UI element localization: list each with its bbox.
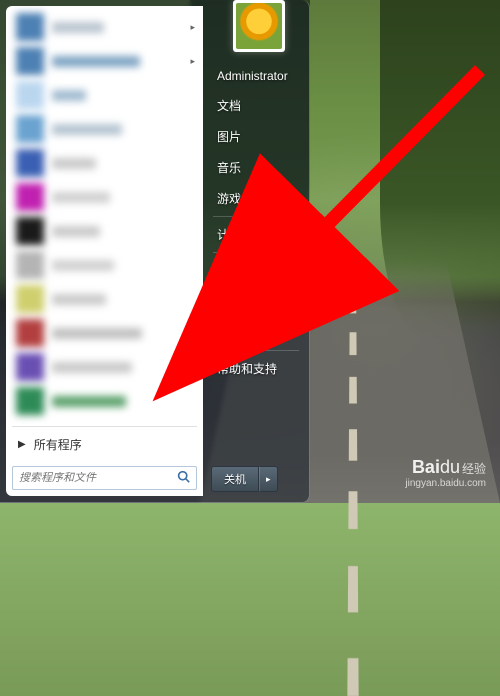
program-label	[52, 56, 140, 67]
user-avatar-icon	[236, 3, 282, 49]
program-label	[52, 22, 104, 33]
program-item[interactable]	[6, 112, 203, 146]
right-items: Administrator 文档图片音乐游戏计算机控制面板设备和打印机默认程序帮…	[207, 62, 305, 384]
program-label	[52, 90, 86, 101]
program-item[interactable]	[6, 214, 203, 248]
right-item-label: 游戏	[217, 192, 241, 206]
right-item-label: 计算机	[217, 228, 253, 242]
search-input[interactable]	[19, 472, 177, 484]
right-separator	[213, 216, 299, 217]
separator	[12, 426, 197, 427]
right-item-0[interactable]: 文档	[207, 90, 305, 121]
right-item-4[interactable]: 计算机	[207, 219, 305, 250]
program-icon	[16, 353, 44, 381]
program-icon	[16, 319, 44, 347]
right-item-label: 控制面板	[217, 264, 265, 278]
program-icon	[16, 81, 44, 109]
watermark-logo: Baidu经验	[405, 457, 486, 478]
right-item-2[interactable]: 音乐	[207, 152, 305, 183]
start-menu-left-pane: ▸▸ ▶ 所有程序	[6, 6, 203, 496]
right-item-label: 图片	[217, 130, 241, 144]
right-separator	[213, 350, 299, 351]
watermark: Baidu经验 jingyan.baidu.com	[405, 457, 486, 489]
right-item-label: 帮助和支持	[217, 362, 277, 376]
arrow-right-icon: ▶	[18, 439, 26, 450]
right-separator	[213, 252, 299, 253]
program-item[interactable]	[6, 146, 203, 180]
watermark-brand-bold: Bai	[412, 457, 440, 477]
watermark-brand-suffix: 经验	[462, 462, 486, 476]
program-icon	[16, 251, 44, 279]
user-name-label: Administrator	[217, 69, 288, 83]
shutdown-button[interactable]: 关机	[211, 466, 259, 492]
program-item[interactable]	[6, 316, 203, 350]
chevron-right-icon: ▸	[266, 474, 271, 484]
right-item-label: 文档	[217, 99, 241, 113]
program-icon	[16, 217, 44, 245]
program-icon	[16, 115, 44, 143]
program-item[interactable]	[6, 384, 203, 418]
submenu-arrow-icon: ▸	[190, 56, 195, 67]
program-label	[52, 124, 122, 135]
right-item-7[interactable]: 默认程序	[207, 317, 305, 348]
search-wrap	[6, 460, 203, 496]
program-label	[52, 192, 110, 203]
start-menu: ▸▸ ▶ 所有程序 Administrator 文档图片音乐游	[0, 0, 310, 503]
right-item-label: 音乐	[217, 161, 241, 175]
submenu-arrow-icon: ▸	[190, 22, 195, 33]
program-item[interactable]	[6, 282, 203, 316]
program-item[interactable]	[6, 78, 203, 112]
watermark-brand-rest: du	[440, 457, 460, 477]
program-label	[52, 328, 142, 339]
program-label	[52, 260, 114, 271]
program-item[interactable]	[6, 180, 203, 214]
right-item-3[interactable]: 游戏	[207, 183, 305, 214]
program-label	[52, 294, 106, 305]
program-icon	[16, 149, 44, 177]
shutdown-options-button[interactable]: ▸	[259, 466, 278, 492]
right-item-8[interactable]: 帮助和支持	[207, 353, 305, 384]
shutdown-row: 关机 ▸	[207, 462, 305, 496]
program-icon	[16, 13, 44, 41]
start-menu-right-pane: Administrator 文档图片音乐游戏计算机控制面板设备和打印机默认程序帮…	[203, 0, 309, 502]
user-avatar-frame[interactable]	[233, 0, 285, 52]
program-icon	[16, 285, 44, 313]
program-icon	[16, 47, 44, 75]
program-item[interactable]	[6, 350, 203, 384]
all-programs-button[interactable]: ▶ 所有程序	[6, 429, 203, 460]
watermark-url: jingyan.baidu.com	[405, 478, 486, 489]
shutdown-label: 关机	[224, 474, 246, 486]
program-item[interactable]: ▸	[6, 44, 203, 78]
right-item-1[interactable]: 图片	[207, 121, 305, 152]
program-item[interactable]: ▸	[6, 10, 203, 44]
program-label	[52, 396, 126, 407]
search-box[interactable]	[12, 466, 197, 490]
all-programs-label: 所有程序	[34, 436, 82, 453]
program-list: ▸▸	[6, 6, 203, 424]
right-item-label: 默认程序	[217, 326, 265, 340]
program-icon	[16, 183, 44, 211]
right-item-user[interactable]: Administrator	[207, 62, 305, 90]
program-label	[52, 226, 100, 237]
search-icon	[177, 470, 190, 486]
right-item-5[interactable]: 控制面板	[207, 255, 305, 286]
program-icon	[16, 387, 44, 415]
right-item-6[interactable]: 设备和打印机	[207, 286, 305, 317]
program-label	[52, 158, 96, 169]
right-item-label: 设备和打印机	[217, 295, 289, 309]
program-item[interactable]	[6, 248, 203, 282]
program-label	[52, 362, 132, 373]
